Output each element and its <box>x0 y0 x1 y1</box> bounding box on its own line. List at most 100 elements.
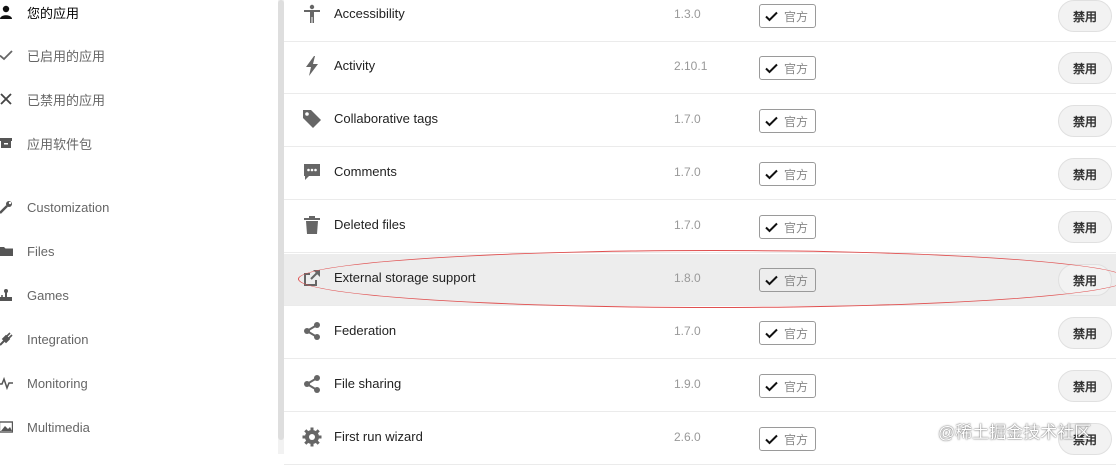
sidebar-item-label: 您的应用 <box>27 5 80 21</box>
accessibility-icon <box>301 3 323 25</box>
comment-icon <box>301 161 323 183</box>
app-version: 1.7.0 <box>674 324 701 338</box>
app-list: Accessibility 1.3.0 官方 禁用 Activity 2.10.… <box>284 0 1116 465</box>
disable-button[interactable]: 禁用 <box>1058 317 1112 349</box>
app-name: First run wizard <box>334 429 423 444</box>
app-row-accessibility: Accessibility 1.3.0 官方 禁用 <box>284 0 1116 42</box>
badge-label: 官方 <box>784 114 809 129</box>
app-name: External storage support <box>334 270 476 285</box>
app-version: 1.9.0 <box>674 377 701 391</box>
trash-icon <box>301 214 323 236</box>
disable-button[interactable]: 禁用 <box>1058 211 1112 243</box>
sidebar-item-enabled-apps[interactable]: 已启用的应用 <box>0 40 270 70</box>
sidebar-category-files[interactable]: Files <box>0 236 270 266</box>
sidebar-category-integration[interactable]: Integration <box>0 324 270 354</box>
official-badge: 官方 <box>759 109 816 133</box>
close-icon <box>0 92 13 106</box>
sidebar-item-label: 应用软件包 <box>27 136 93 152</box>
app-row-federation: Federation 1.7.0 官方 禁用 <box>284 307 1116 359</box>
sidebar-item-label: Multimedia <box>27 419 90 435</box>
official-badge: 官方 <box>759 427 816 451</box>
checkmark-icon <box>765 381 778 392</box>
app-version: 1.7.0 <box>674 165 701 179</box>
image-icon <box>0 420 13 434</box>
app-name: Comments <box>334 164 397 179</box>
app-row-deleted-files: Deleted files 1.7.0 官方 禁用 <box>284 201 1116 253</box>
official-badge: 官方 <box>759 374 816 398</box>
app-sidebar: 您的应用 已启用的应用 已禁用的应用 应用软件包 Customization F… <box>0 0 278 454</box>
wrench-icon <box>0 200 13 214</box>
watermark: @稀土掘金技术社区 <box>938 423 1092 442</box>
sidebar-item-label: 已禁用的应用 <box>27 92 106 108</box>
checkmark-icon <box>0 48 13 62</box>
official-badge: 官方 <box>759 321 816 345</box>
sidebar-item-your-apps[interactable]: 您的应用 <box>0 0 270 27</box>
folder-icon <box>0 244 13 258</box>
disable-button[interactable]: 禁用 <box>1058 370 1112 402</box>
checkmark-icon <box>765 116 778 127</box>
plug-icon <box>0 332 13 346</box>
sidebar-item-app-bundles[interactable]: 应用软件包 <box>0 128 270 158</box>
badge-label: 官方 <box>784 326 809 341</box>
checkmark-icon <box>765 328 778 339</box>
badge-label: 官方 <box>784 9 809 24</box>
sidebar-category-multimedia[interactable]: Multimedia <box>0 412 270 442</box>
app-name: Collaborative tags <box>334 111 439 126</box>
badge-label: 官方 <box>784 379 809 394</box>
sidebar-item-label: Integration <box>27 331 89 347</box>
badge-label: 官方 <box>784 61 809 76</box>
package-icon <box>0 136 13 150</box>
app-name: Activity <box>334 58 376 73</box>
app-row-file-sharing: File sharing 1.9.0 官方 禁用 <box>284 360 1116 412</box>
user-icon <box>0 5 13 19</box>
share-icon <box>301 373 323 395</box>
app-version: 2.6.0 <box>674 430 701 444</box>
official-badge: 官方 <box>759 215 816 239</box>
external-link-icon <box>301 267 323 289</box>
official-badge: 官方 <box>759 4 816 28</box>
app-version: 2.10.1 <box>674 59 708 73</box>
sidebar-item-label: Customization <box>27 199 110 215</box>
joystick-icon <box>0 288 13 302</box>
checkmark-icon <box>765 169 778 180</box>
badge-label: 官方 <box>784 432 809 447</box>
sidebar-category-monitoring[interactable]: Monitoring <box>0 368 270 398</box>
disable-button[interactable]: 禁用 <box>1058 52 1112 84</box>
disable-button[interactable]: 禁用 <box>1058 158 1112 190</box>
disable-button[interactable]: 禁用 <box>1058 0 1112 32</box>
lightning-icon <box>301 55 323 77</box>
checkmark-icon <box>765 434 778 445</box>
app-row-activity: Activity 2.10.1 官方 禁用 <box>284 42 1116 94</box>
sidebar-item-label: Monitoring <box>27 375 88 391</box>
app-version: 1.8.0 <box>674 271 701 285</box>
checkmark-icon <box>765 222 778 233</box>
sidebar-item-label: Files <box>27 243 55 259</box>
checkmark-icon <box>765 63 778 74</box>
disable-button[interactable]: 禁用 <box>1058 264 1112 296</box>
app-row-external-storage-support: External storage support 1.8.0 官方 禁用 <box>284 254 1116 306</box>
sidebar-item-label: Games <box>27 287 69 303</box>
checkmark-icon <box>765 275 778 286</box>
sidebar-category-games[interactable]: Games <box>0 280 270 310</box>
app-row-comments: Comments 1.7.0 官方 禁用 <box>284 148 1116 200</box>
app-name: Federation <box>334 323 397 338</box>
app-version: 1.7.0 <box>674 218 701 232</box>
official-badge: 官方 <box>759 268 816 292</box>
tag-icon <box>301 108 323 130</box>
app-name: Deleted files <box>334 217 406 232</box>
pulse-icon <box>0 376 13 390</box>
official-badge: 官方 <box>759 162 816 186</box>
badge-label: 官方 <box>784 273 809 288</box>
app-row-collaborative-tags: Collaborative tags 1.7.0 官方 禁用 <box>284 95 1116 147</box>
sidebar-item-disabled-apps[interactable]: 已禁用的应用 <box>0 84 270 114</box>
share-icon <box>301 320 323 342</box>
official-badge: 官方 <box>759 56 816 80</box>
app-version: 1.3.0 <box>674 7 701 21</box>
app-version: 1.7.0 <box>674 112 701 126</box>
badge-label: 官方 <box>784 167 809 182</box>
sidebar-category-customization[interactable]: Customization <box>0 192 270 222</box>
app-name: Accessibility <box>334 6 405 21</box>
badge-label: 官方 <box>784 220 809 235</box>
disable-button[interactable]: 禁用 <box>1058 105 1112 137</box>
sidebar-item-label: 已启用的应用 <box>27 48 106 64</box>
